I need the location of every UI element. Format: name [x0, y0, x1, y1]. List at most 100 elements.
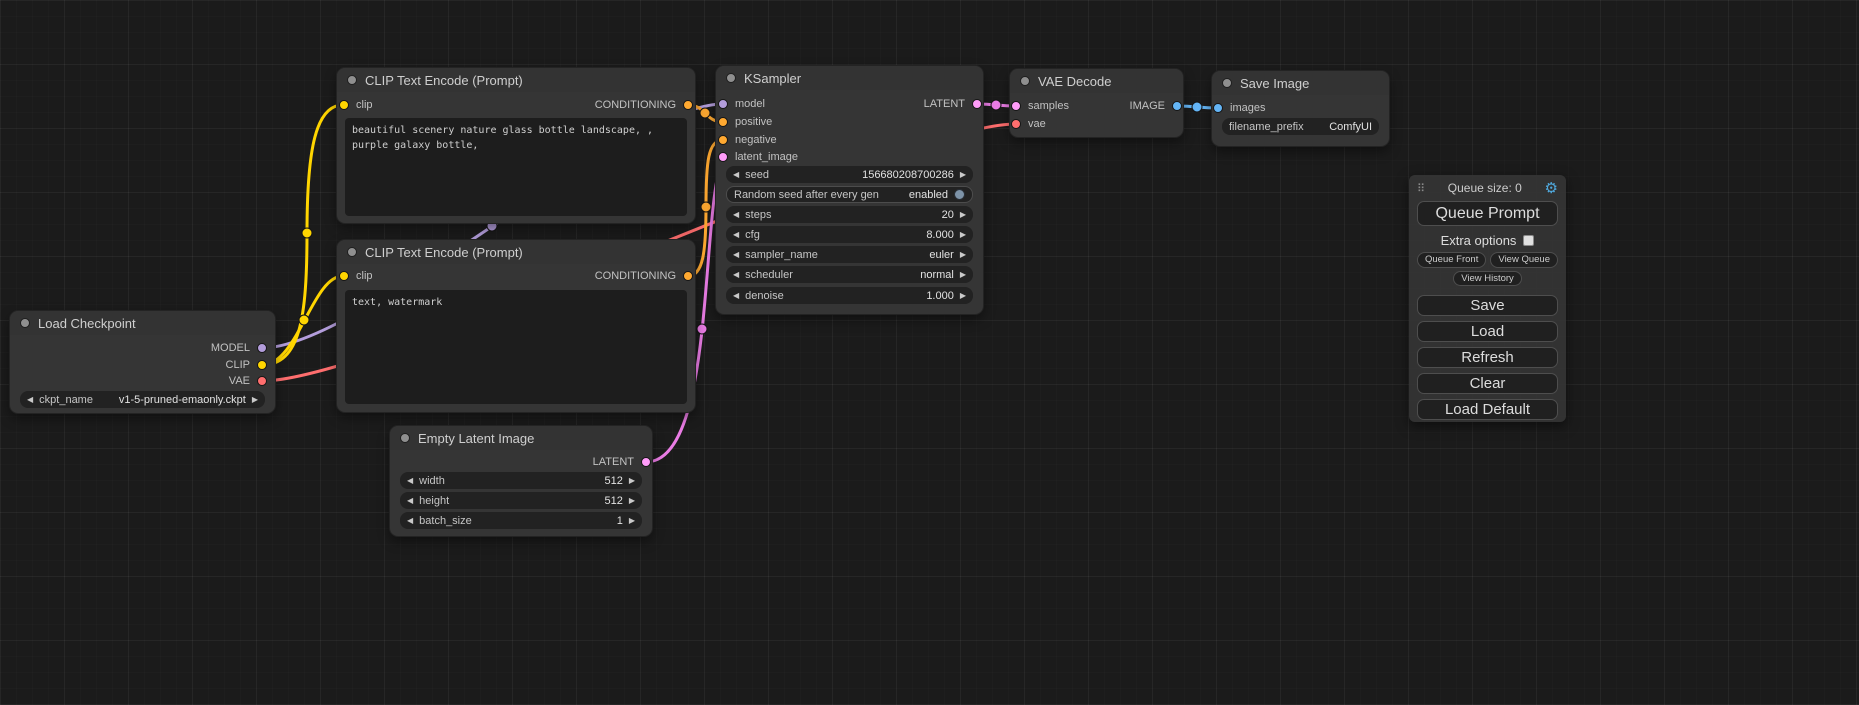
collapse-dot-icon[interactable] [347, 75, 357, 85]
image-output-port[interactable] [1172, 101, 1182, 111]
decrement-arrow-icon[interactable]: ◀ [733, 251, 739, 259]
height-widget[interactable]: ◀ height 512 ▶ [400, 492, 642, 509]
collapse-dot-icon[interactable] [1020, 76, 1030, 86]
node-ksampler[interactable]: KSampler model positive negative latent_… [716, 66, 983, 314]
node-vae-decode[interactable]: VAE Decode samples vae IMAGE [1010, 69, 1183, 137]
node-title-bar[interactable]: KSampler [716, 66, 983, 90]
decrement-arrow-icon[interactable]: ◀ [733, 211, 739, 219]
positive-input-port[interactable] [718, 117, 728, 127]
clip-input-port[interactable] [339, 100, 349, 110]
increment-arrow-icon[interactable]: ▶ [960, 211, 966, 219]
increment-arrow-icon[interactable]: ▶ [960, 231, 966, 239]
model-output-port[interactable] [257, 343, 267, 353]
negative-prompt-input[interactable]: text, watermark [345, 290, 687, 404]
node-title-bar[interactable]: CLIP Text Encode (Prompt) [337, 240, 695, 264]
increment-arrow-icon[interactable]: ▶ [629, 477, 635, 485]
vae-input-port[interactable] [1011, 119, 1021, 129]
node-title-bar[interactable]: VAE Decode [1010, 69, 1183, 93]
widget-value[interactable]: euler [929, 249, 953, 261]
scheduler-widget[interactable]: ◀ scheduler normal ▶ [726, 266, 973, 283]
random-seed-toggle[interactable]: Random seed after every gen enabled [726, 186, 973, 203]
node-title-bar[interactable]: Load Checkpoint [10, 311, 275, 335]
increment-arrow-icon[interactable]: ▶ [629, 497, 635, 505]
images-input-port[interactable] [1213, 103, 1223, 113]
cfg-widget[interactable]: ◀ cfg 8.000 ▶ [726, 226, 973, 243]
node-title-bar[interactable]: CLIP Text Encode (Prompt) [337, 68, 695, 92]
widget-value[interactable]: 1 [617, 515, 623, 527]
node-title-bar[interactable]: Empty Latent Image [390, 426, 652, 450]
drag-handle-icon[interactable]: ⠿ [1417, 182, 1425, 195]
increment-arrow-icon[interactable]: ▶ [629, 517, 635, 525]
decrement-arrow-icon[interactable]: ◀ [407, 497, 413, 505]
batch-size-widget[interactable]: ◀ batch_size 1 ▶ [400, 512, 642, 529]
input-label: clip [356, 99, 373, 111]
clear-button[interactable]: Clear [1417, 373, 1558, 394]
extra-options-checkbox[interactable] [1523, 235, 1534, 246]
widget-value[interactable]: 1.000 [926, 290, 954, 302]
samples-input-port[interactable] [1011, 101, 1021, 111]
filename-prefix-widget[interactable]: filename_prefix ComfyUI [1222, 118, 1379, 135]
conditioning-output-port[interactable] [683, 100, 693, 110]
model-input-port[interactable] [718, 99, 728, 109]
graph-canvas[interactable]: Load Checkpoint MODEL CLIP VAE ◀ ckpt_na… [0, 0, 1859, 705]
widget-value[interactable]: 20 [942, 209, 954, 221]
collapse-dot-icon[interactable] [726, 73, 736, 83]
collapse-dot-icon[interactable] [20, 318, 30, 328]
decrement-arrow-icon[interactable]: ◀ [407, 517, 413, 525]
denoise-widget[interactable]: ◀ denoise 1.000 ▶ [726, 287, 973, 304]
settings-gear-icon[interactable]: ⚙ [1545, 181, 1558, 196]
widget-value[interactable]: enabled [909, 189, 948, 201]
load-button[interactable]: Load [1417, 321, 1558, 342]
load-default-button[interactable]: Load Default [1417, 399, 1558, 420]
latent-output-port[interactable] [972, 99, 982, 109]
node-clip-text-encode-positive[interactable]: CLIP Text Encode (Prompt) clip CONDITION… [337, 68, 695, 223]
increment-arrow-icon[interactable]: ▶ [960, 251, 966, 259]
refresh-button[interactable]: Refresh [1417, 347, 1558, 368]
collapse-dot-icon[interactable] [400, 433, 410, 443]
widget-value[interactable]: normal [920, 269, 954, 281]
vae-output-port[interactable] [257, 376, 267, 386]
queue-prompt-button[interactable]: Queue Prompt [1417, 201, 1558, 226]
node-title-bar[interactable]: Save Image [1212, 71, 1389, 95]
widget-value[interactable]: 512 [604, 495, 622, 507]
view-queue-button[interactable]: View Queue [1490, 252, 1558, 268]
increment-arrow-icon[interactable]: ▶ [252, 396, 258, 404]
collapse-dot-icon[interactable] [1222, 78, 1232, 88]
latent-output-port[interactable] [641, 457, 651, 467]
clip-input-port[interactable] [339, 271, 349, 281]
negative-input-port[interactable] [718, 135, 728, 145]
increment-arrow-icon[interactable]: ▶ [960, 271, 966, 279]
increment-arrow-icon[interactable]: ▶ [960, 171, 966, 179]
queue-front-button[interactable]: Queue Front [1417, 252, 1486, 268]
node-load-checkpoint[interactable]: Load Checkpoint MODEL CLIP VAE ◀ ckpt_na… [10, 311, 275, 413]
node-save-image[interactable]: Save Image images filename_prefix ComfyU… [1212, 71, 1389, 146]
widget-value[interactable]: v1-5-pruned-emaonly.ckpt [119, 394, 246, 406]
increment-arrow-icon[interactable]: ▶ [960, 292, 966, 300]
widget-value[interactable]: 512 [604, 475, 622, 487]
widget-value[interactable]: ComfyUI [1329, 121, 1372, 133]
width-widget[interactable]: ◀ width 512 ▶ [400, 472, 642, 489]
decrement-arrow-icon[interactable]: ◀ [733, 231, 739, 239]
seed-widget[interactable]: ◀ seed 156680208700286 ▶ [726, 166, 973, 183]
decrement-arrow-icon[interactable]: ◀ [733, 171, 739, 179]
clip-output-port[interactable] [257, 360, 267, 370]
widget-value[interactable]: 156680208700286 [862, 169, 954, 181]
output-label: CONDITIONING [595, 270, 676, 282]
decrement-arrow-icon[interactable]: ◀ [27, 396, 33, 404]
toggle-knob[interactable] [954, 189, 965, 200]
widget-value[interactable]: 8.000 [926, 229, 954, 241]
sampler-name-widget[interactable]: ◀ sampler_name euler ▶ [726, 246, 973, 263]
ckpt-name-widget[interactable]: ◀ ckpt_name v1-5-pruned-emaonly.ckpt ▶ [20, 391, 265, 408]
steps-widget[interactable]: ◀ steps 20 ▶ [726, 206, 973, 223]
node-clip-text-encode-negative[interactable]: CLIP Text Encode (Prompt) clip CONDITION… [337, 240, 695, 412]
conditioning-output-port[interactable] [683, 271, 693, 281]
node-empty-latent-image[interactable]: Empty Latent Image LATENT ◀ width 512 ▶ … [390, 426, 652, 536]
save-button[interactable]: Save [1417, 295, 1558, 316]
collapse-dot-icon[interactable] [347, 247, 357, 257]
decrement-arrow-icon[interactable]: ◀ [733, 271, 739, 279]
decrement-arrow-icon[interactable]: ◀ [733, 292, 739, 300]
view-history-button[interactable]: View History [1453, 271, 1522, 287]
decrement-arrow-icon[interactable]: ◀ [407, 477, 413, 485]
latent-image-input-port[interactable] [718, 152, 728, 162]
positive-prompt-input[interactable]: beautiful scenery nature glass bottle la… [345, 118, 687, 216]
